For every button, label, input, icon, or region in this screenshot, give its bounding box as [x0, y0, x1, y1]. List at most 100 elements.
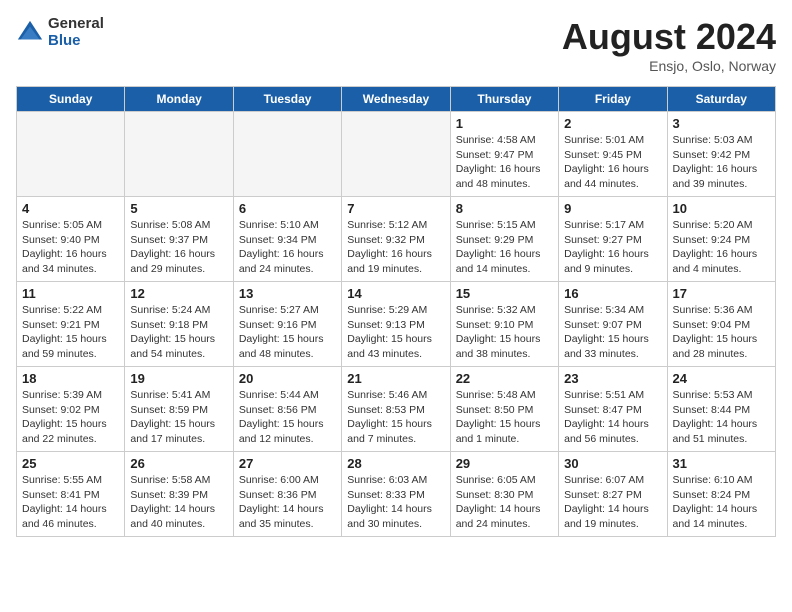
day-number: 7	[347, 201, 444, 216]
day-info: Sunrise: 5:20 AM Sunset: 9:24 PM Dayligh…	[673, 218, 770, 277]
day-info: Sunrise: 6:05 AM Sunset: 8:30 PM Dayligh…	[456, 473, 553, 532]
day-info: Sunrise: 5:10 AM Sunset: 9:34 PM Dayligh…	[239, 218, 336, 277]
calendar-cell: 9Sunrise: 5:17 AM Sunset: 9:27 PM Daylig…	[559, 197, 667, 282]
logo-text: General Blue	[48, 16, 104, 49]
day-number: 8	[456, 201, 553, 216]
calendar-cell: 6 Sunrise: 5:10 AM Sunset: 9:34 PM Daylig…	[233, 197, 341, 282]
logo-blue-text: Blue	[48, 33, 104, 50]
day-number: 31	[673, 456, 770, 471]
calendar-cell: 27 Sunrise: 6:00 AM Sunset: 8:36 PM Dayli…	[233, 452, 341, 537]
calendar-cell: 26 Sunrise: 5:58 AM Sunset: 8:39 PM Dayli…	[125, 452, 233, 537]
day-number: 30	[564, 456, 661, 471]
calendar-cell	[342, 112, 450, 197]
day-info: Sunrise: 5:36 AM Sunset: 9:04 PM Dayligh…	[673, 303, 770, 362]
day-info: Sunrise: 6:07 AM Sunset: 8:27 PM Dayligh…	[564, 473, 661, 532]
day-number: 27	[239, 456, 336, 471]
calendar-cell: 13 Sunrise: 5:27 AM Sunset: 9:16 PM Dayli…	[233, 282, 341, 367]
weekday-header-monday: Monday	[125, 87, 233, 112]
day-info: Sunrise: 5:29 AM Sunset: 9:13 PM Dayligh…	[347, 303, 444, 362]
calendar-cell: 3 Sunrise: 5:03 AM Sunset: 9:42 PM Daylig…	[667, 112, 775, 197]
day-number: 15	[456, 286, 553, 301]
day-info: Sunrise: 5:48 AM Sunset: 8:50 PM Dayligh…	[456, 388, 553, 447]
day-number: 6	[239, 201, 336, 216]
day-number: 28	[347, 456, 444, 471]
title-block: August 2024 Ensjo, Oslo, Norway	[562, 16, 776, 74]
day-number: 9	[564, 201, 661, 216]
day-info: Sunrise: 5:41 AM Sunset: 8:59 PM Dayligh…	[130, 388, 227, 447]
day-info: Sunrise: 5:12 AM Sunset: 9:32 PM Dayligh…	[347, 218, 444, 277]
month-title: August 2024	[562, 16, 776, 58]
calendar-cell	[125, 112, 233, 197]
calendar-cell: 15 Sunrise: 5:32 AM Sunset: 9:10 PM Dayli…	[450, 282, 558, 367]
day-info: Sunrise: 6:03 AM Sunset: 8:33 PM Dayligh…	[347, 473, 444, 532]
day-info: Sunrise: 5:01 AM Sunset: 9:45 PM Dayligh…	[564, 133, 661, 192]
location-subtitle: Ensjo, Oslo, Norway	[562, 58, 776, 74]
weekday-header-thursday: Thursday	[450, 87, 558, 112]
day-number: 13	[239, 286, 336, 301]
day-info: Sunrise: 5:58 AM Sunset: 8:39 PM Dayligh…	[130, 473, 227, 532]
calendar-cell: 19 Sunrise: 5:41 AM Sunset: 8:59 PM Dayli…	[125, 367, 233, 452]
day-number: 18	[22, 371, 119, 386]
day-info: Sunrise: 5:39 AM Sunset: 9:02 PM Dayligh…	[22, 388, 119, 447]
calendar-cell: 31 Sunrise: 6:10 AM Sunset: 8:24 PM Dayli…	[667, 452, 775, 537]
day-info: Sunrise: 5:27 AM Sunset: 9:16 PM Dayligh…	[239, 303, 336, 362]
calendar-cell: 14 Sunrise: 5:29 AM Sunset: 9:13 PM Dayli…	[342, 282, 450, 367]
day-info: Sunrise: 5:46 AM Sunset: 8:53 PM Dayligh…	[347, 388, 444, 447]
day-info: Sunrise: 5:51 AM Sunset: 8:47 PM Dayligh…	[564, 388, 661, 447]
weekday-header-friday: Friday	[559, 87, 667, 112]
day-info: Sunrise: 5:03 AM Sunset: 9:42 PM Dayligh…	[673, 133, 770, 192]
logo: General Blue	[16, 16, 104, 49]
calendar-cell: 30 Sunrise: 6:07 AM Sunset: 8:27 PM Dayli…	[559, 452, 667, 537]
calendar-cell: 20Sunrise: 5:44 AM Sunset: 8:56 PM Dayli…	[233, 367, 341, 452]
calendar-week-1: 1Sunrise: 4:58 AM Sunset: 9:47 PM Daylig…	[17, 112, 776, 197]
day-info: Sunrise: 6:10 AM Sunset: 8:24 PM Dayligh…	[673, 473, 770, 532]
calendar-cell	[17, 112, 125, 197]
calendar-cell: 29 Sunrise: 6:05 AM Sunset: 8:30 PM Dayli…	[450, 452, 558, 537]
weekday-header-tuesday: Tuesday	[233, 87, 341, 112]
weekday-header-sunday: Sunday	[17, 87, 125, 112]
calendar-cell: 25Sunrise: 5:55 AM Sunset: 8:41 PM Dayli…	[17, 452, 125, 537]
day-number: 29	[456, 456, 553, 471]
day-info: Sunrise: 5:53 AM Sunset: 8:44 PM Dayligh…	[673, 388, 770, 447]
calendar-cell: 16Sunrise: 5:34 AM Sunset: 9:07 PM Dayli…	[559, 282, 667, 367]
day-number: 3	[673, 116, 770, 131]
calendar-cell: 12Sunrise: 5:24 AM Sunset: 9:18 PM Dayli…	[125, 282, 233, 367]
calendar-header: SundayMondayTuesdayWednesdayThursdayFrid…	[17, 87, 776, 112]
day-info: Sunrise: 5:22 AM Sunset: 9:21 PM Dayligh…	[22, 303, 119, 362]
day-number: 14	[347, 286, 444, 301]
day-number: 19	[130, 371, 227, 386]
logo-general-text: General	[48, 16, 104, 33]
calendar-cell: 11 Sunrise: 5:22 AM Sunset: 9:21 PM Dayli…	[17, 282, 125, 367]
day-number: 22	[456, 371, 553, 386]
calendar-week-3: 11 Sunrise: 5:22 AM Sunset: 9:21 PM Dayli…	[17, 282, 776, 367]
day-number: 2	[564, 116, 661, 131]
day-number: 11	[22, 286, 119, 301]
day-info: Sunrise: 5:32 AM Sunset: 9:10 PM Dayligh…	[456, 303, 553, 362]
calendar-week-2: 4 Sunrise: 5:05 AM Sunset: 9:40 PM Daylig…	[17, 197, 776, 282]
day-number: 5	[130, 201, 227, 216]
day-info: Sunrise: 5:08 AM Sunset: 9:37 PM Dayligh…	[130, 218, 227, 277]
day-number: 23	[564, 371, 661, 386]
calendar-cell: 7 Sunrise: 5:12 AM Sunset: 9:32 PM Daylig…	[342, 197, 450, 282]
calendar-week-5: 25Sunrise: 5:55 AM Sunset: 8:41 PM Dayli…	[17, 452, 776, 537]
calendar-cell: 17 Sunrise: 5:36 AM Sunset: 9:04 PM Dayli…	[667, 282, 775, 367]
day-number: 24	[673, 371, 770, 386]
day-info: Sunrise: 5:55 AM Sunset: 8:41 PM Dayligh…	[22, 473, 119, 532]
day-number: 4	[22, 201, 119, 216]
calendar-cell: 23 Sunrise: 5:51 AM Sunset: 8:47 PM Dayli…	[559, 367, 667, 452]
calendar-cell: 5 Sunrise: 5:08 AM Sunset: 9:37 PM Daylig…	[125, 197, 233, 282]
day-info: Sunrise: 5:34 AM Sunset: 9:07 PM Dayligh…	[564, 303, 661, 362]
calendar-week-4: 18 Sunrise: 5:39 AM Sunset: 9:02 PM Dayli…	[17, 367, 776, 452]
calendar-cell: 4 Sunrise: 5:05 AM Sunset: 9:40 PM Daylig…	[17, 197, 125, 282]
calendar-cell: 8Sunrise: 5:15 AM Sunset: 9:29 PM Daylig…	[450, 197, 558, 282]
day-number: 26	[130, 456, 227, 471]
day-info: Sunrise: 5:05 AM Sunset: 9:40 PM Dayligh…	[22, 218, 119, 277]
day-number: 17	[673, 286, 770, 301]
day-number: 20	[239, 371, 336, 386]
day-info: Sunrise: 4:58 AM Sunset: 9:47 PM Dayligh…	[456, 133, 553, 192]
calendar-cell: 21Sunrise: 5:46 AM Sunset: 8:53 PM Dayli…	[342, 367, 450, 452]
day-number: 10	[673, 201, 770, 216]
weekday-header-saturday: Saturday	[667, 87, 775, 112]
day-info: Sunrise: 6:00 AM Sunset: 8:36 PM Dayligh…	[239, 473, 336, 532]
calendar-cell	[233, 112, 341, 197]
